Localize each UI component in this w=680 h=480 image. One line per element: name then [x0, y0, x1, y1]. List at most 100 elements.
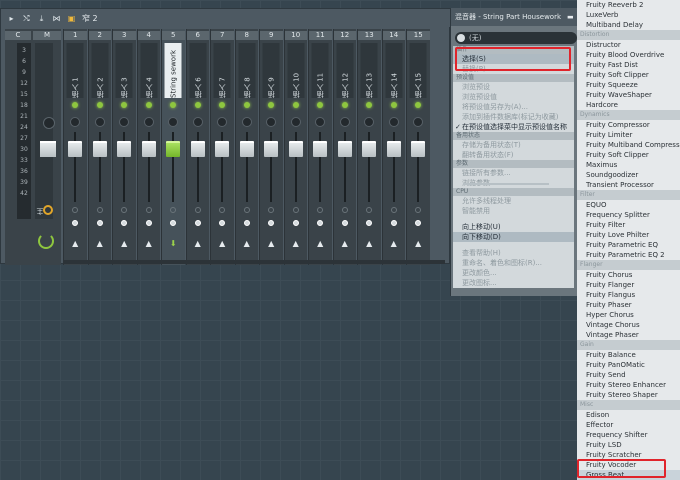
- route-arrow-icon[interactable]: ▲: [138, 239, 161, 248]
- plugin-item[interactable]: Fruity Love Philter: [577, 230, 680, 240]
- channel-volume-fader[interactable]: [337, 141, 352, 157]
- plugin-item[interactable]: Transient Processor: [577, 180, 680, 190]
- plugin-item[interactable]: Fruity Stereo Enhancer: [577, 380, 680, 390]
- download-icon[interactable]: ⤓: [37, 14, 46, 23]
- mixer-channel-strip[interactable]: 8 插入 8 ▲: [234, 29, 259, 265]
- plugin-item[interactable]: Hyper Chorus: [577, 310, 680, 320]
- channel-volume-fader[interactable]: [362, 141, 377, 157]
- mixer-channel-strip[interactable]: 15 插入 15 ▲: [406, 29, 430, 265]
- stereo-separation-icon[interactable]: [415, 207, 422, 213]
- channel-name[interactable]: 插入 15: [410, 43, 427, 98]
- plugin-item[interactable]: Vintage Phaser: [577, 330, 680, 340]
- mixer-channel-strip[interactable]: 2 插入 2 ▲: [87, 29, 111, 265]
- menu-item[interactable]: 翻转备用状态(F): [453, 150, 574, 160]
- route-arrow-icon[interactable]: ▲: [113, 239, 136, 248]
- stereo-separation-icon[interactable]: [341, 207, 348, 213]
- channel-name[interactable]: 插入 11: [312, 43, 329, 98]
- route-arrow-icon[interactable]: ▲: [285, 239, 308, 248]
- stereo-separation-icon[interactable]: [96, 207, 103, 213]
- channel-enable-led-icon[interactable]: [170, 102, 177, 108]
- channel-pan-knob[interactable]: [168, 117, 179, 127]
- plugin-item[interactable]: Fruity Flangus: [577, 290, 680, 300]
- mixer-channel-strip[interactable]: 13 插入 13 ▲: [357, 29, 381, 265]
- channel-pan-knob[interactable]: [266, 117, 277, 127]
- channel-name[interactable]: 插入 12: [336, 43, 353, 98]
- channel-enable-led-icon[interactable]: [121, 102, 128, 108]
- route-arrow-icon[interactable]: ▲: [187, 239, 210, 248]
- channel-enable-led-icon[interactable]: [219, 102, 226, 108]
- channel-enable-led-icon[interactable]: [341, 102, 348, 108]
- send-target-icon[interactable]: [194, 220, 201, 226]
- route-arrow-icon[interactable]: ▲: [334, 239, 357, 248]
- stereo-separation-icon[interactable]: [145, 207, 152, 213]
- menu-item[interactable]: 添加到插件数据库(标记为收藏): [453, 112, 574, 122]
- route-arrow-icon[interactable]: ▲: [236, 239, 259, 248]
- route-arrow-icon[interactable]: ▲: [383, 239, 406, 248]
- stereo-separation-icon[interactable]: [170, 207, 177, 213]
- channel-volume-fader[interactable]: [166, 141, 181, 157]
- send-target-icon[interactable]: [219, 220, 226, 226]
- channel-volume-fader[interactable]: [264, 141, 279, 157]
- channel-volume-fader[interactable]: [239, 141, 254, 157]
- route-arrow-icon[interactable]: ▲: [211, 239, 234, 248]
- plugin-item[interactable]: Soundgoodizer: [577, 170, 680, 180]
- stereo-separation-icon[interactable]: [194, 207, 201, 213]
- route-arrow-icon[interactable]: ▲: [358, 239, 381, 248]
- plugin-item[interactable]: Frequency Shifter: [577, 430, 680, 440]
- channel-volume-fader[interactable]: [215, 141, 230, 157]
- channel-pan-knob[interactable]: [217, 117, 228, 127]
- plugin-item[interactable]: Fruity Balance: [577, 350, 680, 360]
- plugin-item[interactable]: Fruity Compressor: [577, 120, 680, 130]
- stereo-separation-icon[interactable]: [268, 207, 275, 213]
- plugin-item[interactable]: Fruity Reeverb 2: [577, 0, 680, 10]
- menu-item[interactable]: 存储为备用状态(T): [453, 140, 574, 150]
- stereo-separation-icon[interactable]: [366, 207, 373, 213]
- channel-volume-fader[interactable]: [68, 141, 83, 157]
- channel-pan-knob[interactable]: [364, 117, 375, 127]
- menu-item[interactable]: 智能禁用: [453, 206, 574, 216]
- channel-pan-knob[interactable]: [143, 117, 154, 127]
- plugin-item[interactable]: Fruity Flanger: [577, 280, 680, 290]
- mixer-channel-strip[interactable]: 9 插入 9 ▲: [259, 29, 283, 265]
- plugin-item[interactable]: Fruity Phaser: [577, 300, 680, 310]
- plugin-item[interactable]: Fruity LSD: [577, 440, 680, 450]
- effect-slot-1[interactable]: (无): [455, 32, 577, 44]
- mixer-channel-strip[interactable]: 4 插入 4 ▲: [136, 29, 161, 265]
- plugin-item[interactable]: EQUO: [577, 200, 680, 210]
- plugin-item[interactable]: Fruity Limiter: [577, 130, 680, 140]
- channel-volume-fader[interactable]: [141, 141, 156, 157]
- mixer-channel-strip[interactable]: 10 插入 10 ▲: [283, 29, 308, 265]
- plugin-item[interactable]: Fruity PanOMatic: [577, 360, 680, 370]
- plugin-item[interactable]: Fruity Blood Overdrive: [577, 50, 680, 60]
- stereo-separation-icon[interactable]: [121, 207, 128, 213]
- plugin-item[interactable]: Hardcore: [577, 100, 680, 110]
- minimize-icon[interactable]: ▬: [567, 13, 574, 21]
- plugin-item[interactable]: Fruity Squeeze: [577, 80, 680, 90]
- stereo-separation-icon[interactable]: [219, 207, 226, 213]
- send-target-icon[interactable]: [145, 220, 152, 226]
- channel-pan-knob[interactable]: [241, 117, 252, 127]
- channel-volume-fader[interactable]: [386, 141, 401, 157]
- channel-enable-led-icon[interactable]: [72, 102, 79, 108]
- view-icon[interactable]: ▣: [67, 14, 76, 23]
- plugin-item[interactable]: Fruity Send: [577, 370, 680, 380]
- channel-volume-fader[interactable]: [92, 141, 107, 157]
- channel-pan-knob[interactable]: [70, 117, 81, 127]
- channel-enable-led-icon[interactable]: [96, 102, 103, 108]
- send-target-icon[interactable]: [341, 220, 348, 226]
- slot-arrow-icon[interactable]: [457, 34, 465, 42]
- route-arrow-icon[interactable]: ⬇: [162, 239, 185, 248]
- stereo-separation-icon[interactable]: [390, 207, 397, 213]
- mixer-channel-strip[interactable]: 6 插入 6 ▲: [185, 29, 210, 265]
- channel-enable-led-icon[interactable]: [317, 102, 324, 108]
- menu-item[interactable]: 将预设值另存为(A)...: [453, 102, 574, 112]
- plugin-item[interactable]: Effector: [577, 420, 680, 430]
- channel-pan-knob[interactable]: [94, 117, 105, 127]
- channel-name[interactable]: 插入 6: [189, 43, 206, 98]
- channel-enable-led-icon[interactable]: [390, 102, 397, 108]
- channel-name[interactable]: String sework: [165, 43, 182, 98]
- plugin-item[interactable]: Frequency Splitter: [577, 210, 680, 220]
- plugin-item[interactable]: Fruity Parametric EQ 2: [577, 250, 680, 260]
- link-icon[interactable]: ⋈: [52, 14, 61, 23]
- route-arrow-icon[interactable]: ▲: [260, 239, 283, 248]
